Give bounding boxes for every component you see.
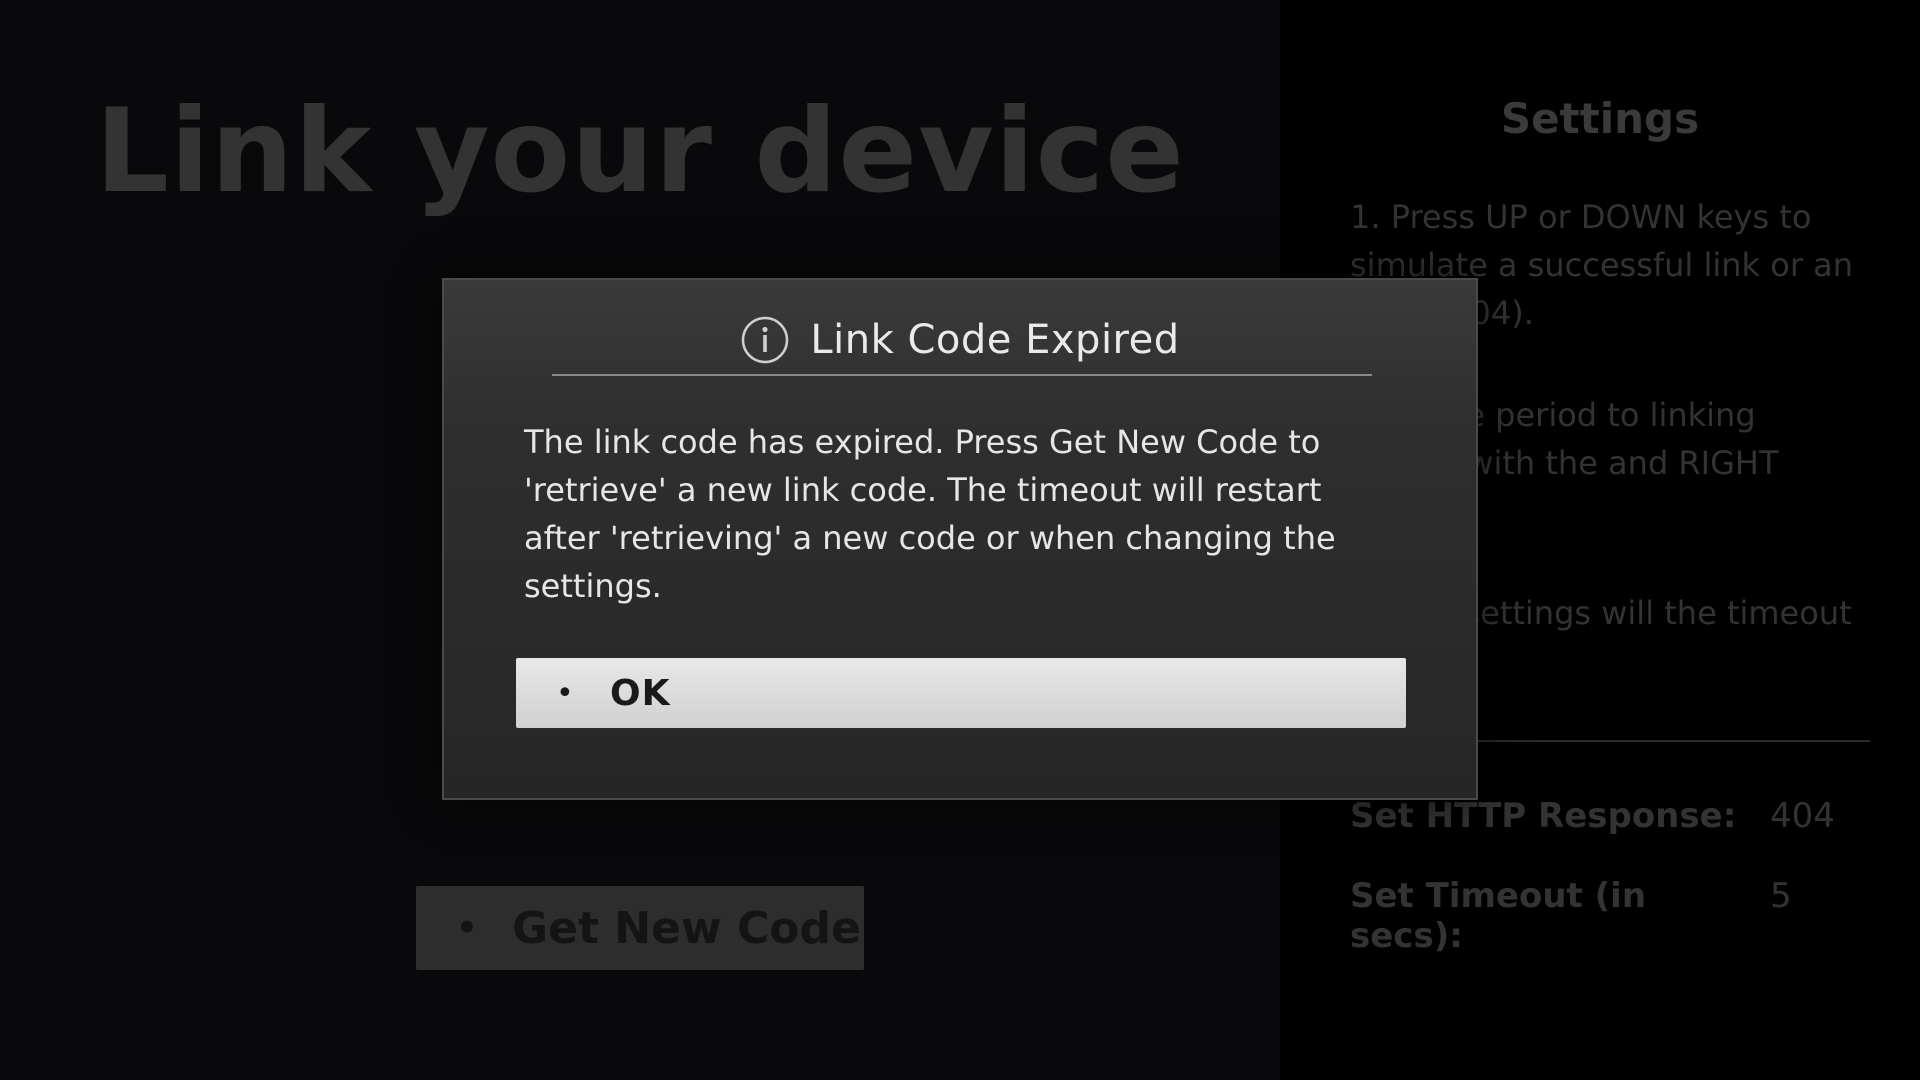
settings-heading: Settings xyxy=(1500,94,1700,143)
ok-button-label: OK xyxy=(610,672,671,714)
dialog-title-divider xyxy=(552,374,1372,376)
focus-bullet: • xyxy=(456,908,478,948)
ok-button[interactable]: • OK xyxy=(516,658,1406,728)
link-code-expired-dialog: Link Code Expired The link code has expi… xyxy=(442,278,1478,800)
page-title: Link your device xyxy=(95,84,1185,219)
setting-http-response-value: 404 xyxy=(1770,796,1835,836)
setting-timeout-value: 5 xyxy=(1770,876,1792,916)
setting-timeout[interactable]: Set Timeout (in secs): 5 xyxy=(1350,876,1870,956)
setting-http-response-label: Set HTTP Response: xyxy=(1350,796,1737,836)
tv-screen: Link your device On a web browser and B … xyxy=(0,0,1920,1080)
dialog-message: The link code has expired. Press Get New… xyxy=(524,423,1336,605)
dialog-title: Link Code Expired xyxy=(810,317,1180,363)
setting-http-response[interactable]: Set HTTP Response: 404 xyxy=(1350,796,1870,836)
get-new-code-button[interactable]: • Get New Code xyxy=(416,886,864,970)
setting-timeout-label: Set Timeout (in secs): xyxy=(1350,876,1647,956)
get-new-code-label: Get New Code xyxy=(512,902,861,954)
dialog-header: Link Code Expired xyxy=(444,312,1476,368)
focus-bullet: • xyxy=(556,675,574,711)
info-icon xyxy=(742,316,789,364)
